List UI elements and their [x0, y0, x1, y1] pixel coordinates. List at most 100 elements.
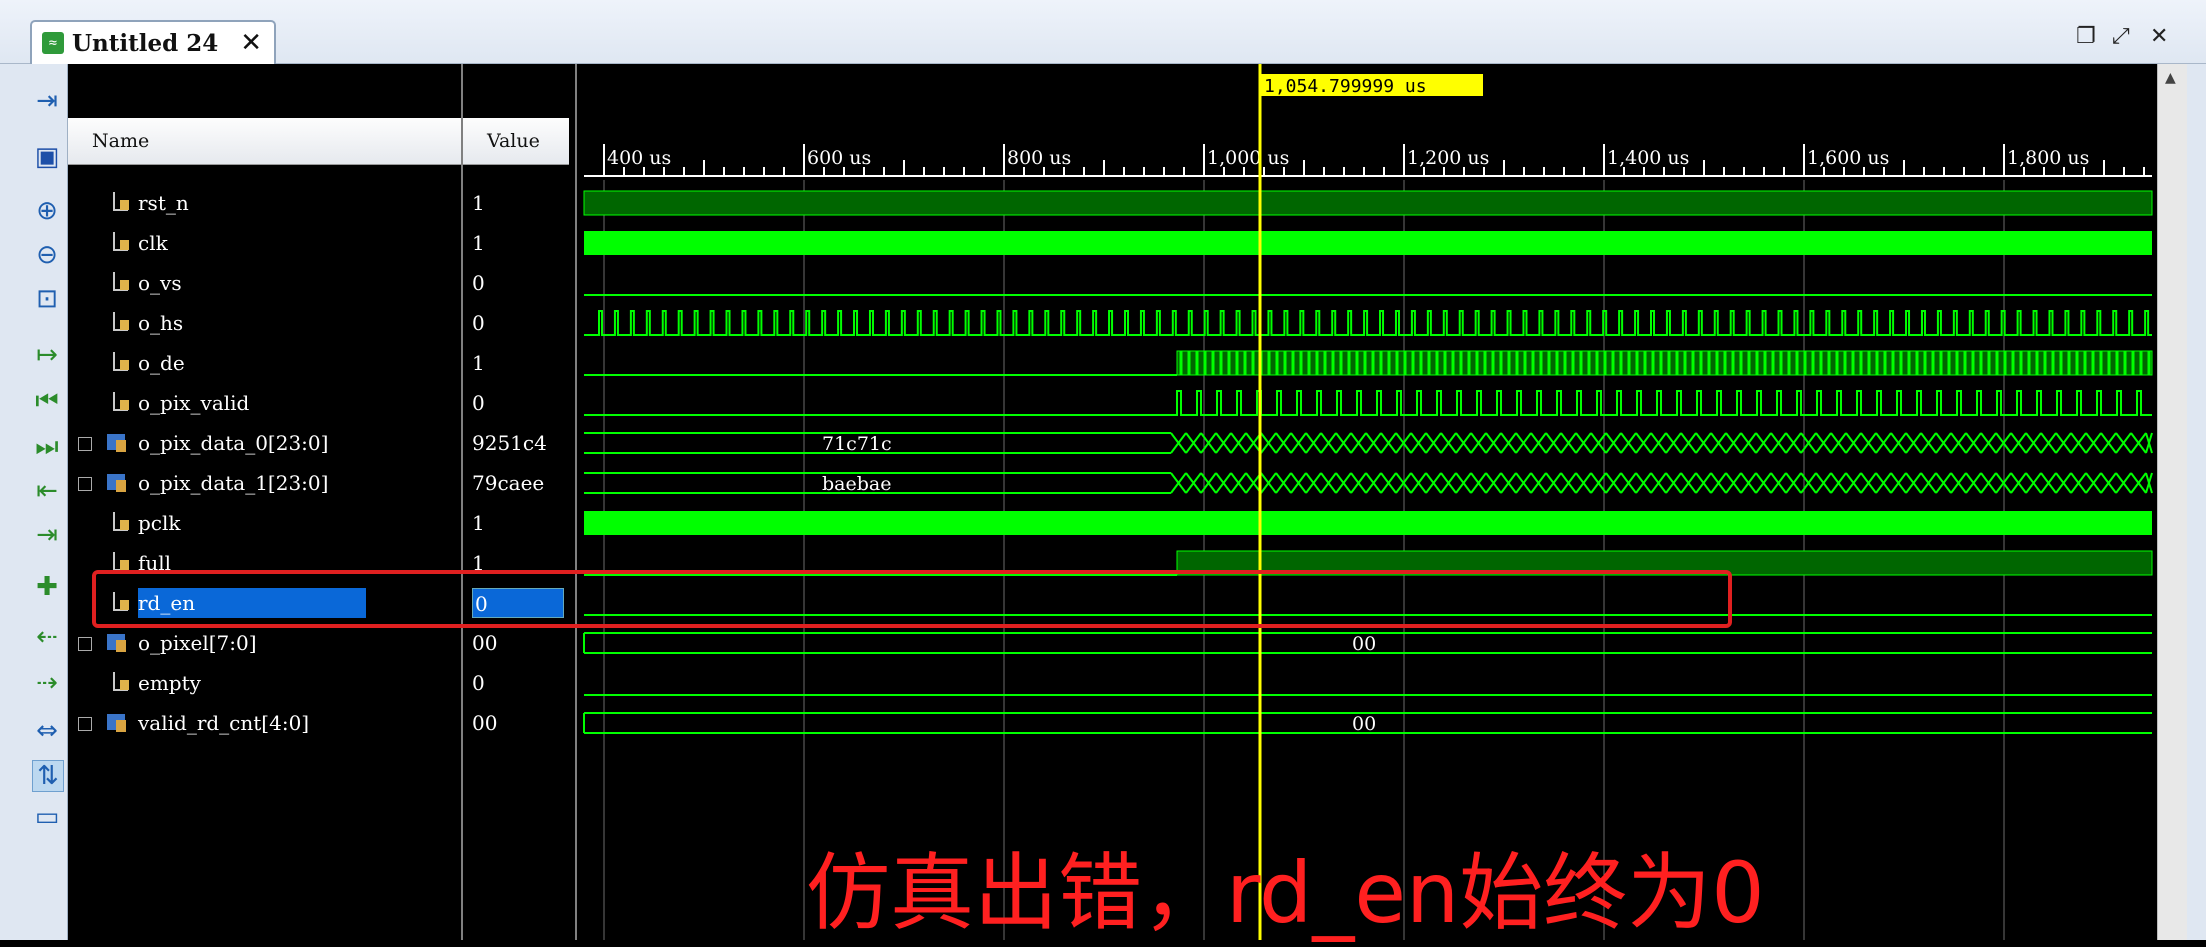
signal-icon — [110, 510, 132, 536]
wave-o-pix-data-1-transition — [1650, 472, 1667, 494]
wave-o-pix-data-0-transition — [2010, 432, 2027, 454]
signal-name-o-pix-data-0[interactable]: o_pix_data_0[23:0] — [138, 428, 328, 458]
wave-o-pix-data-1-transition — [2100, 472, 2117, 494]
zoom-full-icon[interactable]: ⊡ — [32, 284, 62, 314]
signal-value-pclk: 1 — [472, 511, 485, 535]
wave-rst-n — [583, 190, 2153, 216]
wave-o-pix-data-0-transition — [1935, 432, 1952, 454]
wave-o-pix-data-0-transition — [1455, 432, 1472, 454]
wave-o-pix-data-0-transition — [2085, 432, 2102, 454]
signal-name-clk[interactable]: clk — [138, 228, 168, 258]
wave-o-pix-data-0-transition — [1290, 432, 1307, 454]
wave-o-pix-data-1-transition — [1455, 472, 1472, 494]
wave-o-pix-data-0-transition — [1830, 432, 1847, 454]
wave-o-pix-data-0-transition — [1410, 432, 1427, 454]
close-icon[interactable]: ✕ — [2150, 24, 2168, 49]
signal-value-empty: 0 — [472, 671, 485, 695]
zoom-in-icon[interactable]: ⊕ — [32, 196, 62, 226]
zoom-fit-scope-icon[interactable]: ⇥ — [32, 86, 62, 116]
zoom-out-icon[interactable]: ⊖ — [32, 240, 62, 270]
wave-o-pix-data-1-transition — [1200, 472, 1217, 494]
waveform-canvas[interactable]: 400 us 600 us 800 us 1,000 us 1,200 us 1,400 … — [577, 64, 2157, 940]
bus-signal-icon — [104, 470, 126, 496]
go-to-end-icon[interactable]: ⏭ — [32, 432, 62, 462]
signal-name-o-pixel[interactable]: o_pixel[7:0] — [138, 628, 257, 658]
wave-o-pix-data-0-transition — [1920, 432, 1937, 454]
signal-name-o-de[interactable]: o_de — [138, 348, 185, 378]
wave-o-pix-data-1-transition — [1875, 472, 1892, 494]
go-to-cursor-icon[interactable]: ↦ — [32, 340, 62, 370]
signal-name-pclk[interactable]: pclk — [138, 508, 181, 538]
wave-o-pix-data-1-transition — [1260, 472, 1277, 494]
wave-o-pix-data-0-transition — [2070, 432, 2087, 454]
expand-toggle[interactable] — [78, 717, 92, 731]
signal-name-o-pix-data-1[interactable]: o_pix_data_1[23:0] — [138, 468, 328, 498]
wave-o-pix-data-0-transition — [1800, 432, 1817, 454]
wave-o-pix-data-0-transition — [1725, 432, 1742, 454]
expand-toggle[interactable] — [78, 437, 92, 451]
signal-icon — [110, 390, 132, 416]
ruler-tick-label: 1,800 us — [2007, 147, 2089, 169]
wave-o-pix-data-0-transition — [1230, 432, 1247, 454]
wave-o-pix-data-0-transition — [1305, 432, 1322, 454]
save-icon[interactable]: ▣ — [32, 142, 62, 172]
tab-untitled-24[interactable]: ≈ Untitled 24 ✕ — [30, 20, 276, 64]
wave-o-pix-data-1-transition — [1560, 472, 1577, 494]
wave-o-pix-data-0-transition — [1860, 432, 1877, 454]
signal-icon — [110, 270, 132, 296]
wave-o-pix-data-1-transition — [1680, 472, 1697, 494]
wave-o-pix-data-0-transition — [1380, 432, 1397, 454]
signal-value-clk: 1 — [472, 231, 485, 255]
next-transition-icon[interactable]: ⇥ — [32, 520, 62, 550]
wave-o-pix-data-1-transition — [1725, 472, 1742, 494]
wave-o-pix-data-0-transition — [1560, 432, 1577, 454]
go-to-start-icon[interactable]: ⏮ — [32, 386, 62, 416]
waveform-icon: ≈ — [42, 32, 64, 54]
wave-o-pix-data-1-transition — [1785, 472, 1802, 494]
wave-o-pix-data-1-transition — [1890, 472, 1907, 494]
signal-name-empty[interactable]: empty — [138, 668, 201, 698]
value-column-header[interactable]: Value — [463, 118, 569, 165]
wave-o-pix-data-1-transition — [1665, 472, 1682, 494]
wave-o-pix-data-1-transition — [1230, 472, 1247, 494]
wave-o-pix-data-0-transition — [1260, 432, 1277, 454]
wave-o-pix-data-0-transition — [1275, 432, 1292, 454]
tab-close-icon[interactable]: ✕ — [240, 28, 262, 58]
signal-value-o-pix-valid: 0 — [472, 391, 485, 415]
wave-o-pix-data-1-transition — [1935, 472, 1952, 494]
add-marker-icon[interactable]: ✚ — [32, 572, 62, 602]
next-marker-icon[interactable]: ⇢ — [32, 668, 62, 698]
wave-o-pix-data-1-transition — [1410, 472, 1427, 494]
signal-value-o-hs: 0 — [472, 311, 485, 335]
signal-name-o-vs[interactable]: o_vs — [138, 268, 182, 298]
signal-name-valid-rd-cnt[interactable]: valid_rd_cnt[4:0] — [138, 708, 309, 738]
restore-icon[interactable]: ❐ — [2076, 24, 2096, 49]
wave-valid-rd-cnt-label: 00 — [1352, 713, 1376, 735]
wave-o-pix-data-1-transition — [1860, 472, 1877, 494]
swap-cursors-icon[interactable]: ⇔ — [32, 716, 62, 746]
wave-o-pix-data-0-transition — [1680, 432, 1697, 454]
signal-name-o-hs[interactable]: o_hs — [138, 308, 183, 338]
vertical-scrollbar[interactable]: ▲ — [2157, 64, 2188, 940]
wave-o-pix-data-0-transition — [1845, 432, 1862, 454]
expand-toggle[interactable] — [78, 637, 92, 651]
signal-name-rst-n[interactable]: rst_n — [138, 188, 189, 218]
wave-o-pix-data-0-transition — [1200, 432, 1217, 454]
wave-o-pix-data-0-transition — [1890, 432, 1907, 454]
wave-o-pix-data-0-transition — [1980, 432, 1997, 454]
previous-marker-icon[interactable]: ⇠ — [32, 622, 62, 652]
wave-o-pix-data-0-transition — [1770, 432, 1787, 454]
bus-signal-icon — [104, 430, 126, 456]
scroll-up-icon[interactable]: ▲ — [2165, 70, 2176, 86]
snap-to-transition-icon[interactable]: ⇅ — [32, 760, 64, 792]
previous-transition-icon[interactable]: ⇤ — [32, 476, 62, 506]
wave-o-pix-data-1-transition — [1545, 472, 1562, 494]
wave-o-pix-data-0-transition — [1170, 432, 1187, 454]
expand-toggle[interactable] — [78, 477, 92, 491]
wave-o-pix-data-1-transition — [1620, 472, 1637, 494]
signal-name-o-pix-valid[interactable]: o_pix_valid — [138, 388, 249, 418]
wave-o-pix-data-1-transition — [1575, 472, 1592, 494]
floating-ruler-icon[interactable]: ▭ — [32, 802, 62, 832]
name-column-header[interactable]: Name — [68, 118, 461, 165]
maximize-icon[interactable]: ⤢ — [2112, 24, 2130, 49]
